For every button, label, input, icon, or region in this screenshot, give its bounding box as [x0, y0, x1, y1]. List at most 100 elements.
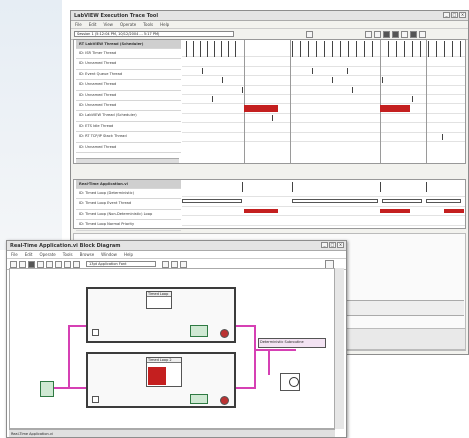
- maximize-icon[interactable]: □: [451, 12, 458, 18]
- maximize-icon[interactable]: □: [329, 242, 336, 248]
- vi-run-segment[interactable]: [182, 199, 242, 204]
- thread-row-label[interactable]: ID: RT TCP/IP Stack Thread: [76, 132, 181, 143]
- thread-lane: [182, 114, 465, 124]
- vis-timeline[interactable]: [182, 180, 465, 228]
- trace-window-titlebar[interactable]: LabVIEW Execution Trace Tool _ □ ×: [71, 11, 468, 21]
- trace-event-tick: [388, 41, 389, 57]
- vi-row-label[interactable]: ID: Timed Loop (Deterministic): [76, 189, 181, 200]
- timed-loop-frame-top[interactable]: Timed Loop: [86, 287, 236, 343]
- input-constant-node[interactable]: [40, 381, 54, 397]
- trace-event-tick: [356, 41, 357, 57]
- diagram-titlebar[interactable]: Real-Time Application.vi Block Diagram _…: [7, 241, 346, 251]
- thread-row-label[interactable]: ID: Unnamed Thread: [76, 143, 181, 153]
- vi-run-segment[interactable]: [292, 199, 378, 204]
- vi-execution-bar[interactable]: [380, 208, 410, 213]
- thread-lane: [182, 95, 465, 105]
- run-continuous-icon[interactable]: [19, 260, 26, 268]
- session-select[interactable]: Session 1 (5:12:04 PM, 10/12/2004 ... 5:…: [74, 31, 234, 37]
- menu-view[interactable]: View: [103, 22, 113, 27]
- menu-edit[interactable]: Edit: [25, 252, 33, 257]
- flag-icon[interactable]: [374, 30, 381, 38]
- thread-row-label[interactable]: ID: Event Queue Thread: [76, 70, 181, 81]
- thread-row-label[interactable]: ID: ETS Idle Thread: [76, 122, 181, 133]
- thread-row-label[interactable]: ID: Unnamed Thread: [76, 101, 181, 112]
- align-icon[interactable]: [162, 260, 169, 268]
- wire: [68, 325, 70, 389]
- trace-event-tick: [372, 41, 373, 57]
- thread-row-label[interactable]: ID: ISR Timer Thread: [76, 49, 181, 60]
- minimize-icon[interactable]: _: [443, 12, 450, 18]
- help-icon[interactable]: [419, 30, 426, 38]
- step-over-icon[interactable]: [64, 260, 71, 268]
- diagram-canvas[interactable]: Timed Loop Timed Loop 2 Deterministic Su…: [9, 268, 335, 429]
- menu-browse[interactable]: Browse: [80, 252, 95, 257]
- highlight-icon[interactable]: [383, 30, 390, 38]
- execution-bar[interactable]: [380, 105, 410, 113]
- threads-scrollbar[interactable]: [76, 158, 179, 163]
- menu-help[interactable]: Help: [160, 22, 169, 27]
- menu-file[interactable]: File: [75, 22, 82, 27]
- node-top-label: Timed Loop: [147, 292, 171, 297]
- step-into-icon[interactable]: [55, 260, 62, 268]
- trace-event-tick: [308, 41, 309, 57]
- thread-row-label[interactable]: ID: LabVIEW Thread (Scheduler): [76, 111, 181, 122]
- menu-operate[interactable]: Operate: [120, 22, 136, 27]
- highlight-execution-icon[interactable]: [46, 260, 53, 268]
- menu-operate[interactable]: Operate: [39, 252, 55, 257]
- close-icon[interactable]: ×: [337, 242, 344, 248]
- trace-event-tick: [312, 67, 313, 74]
- thread-row-label[interactable]: ID: Unnamed Thread: [76, 80, 181, 91]
- menu-help[interactable]: Help: [124, 252, 133, 257]
- pause-icon[interactable]: [37, 260, 44, 268]
- trace-event-tick: [444, 41, 445, 57]
- menu-tools[interactable]: Tools: [63, 252, 73, 257]
- loop-config-node[interactable]: Timed Loop 2: [146, 357, 182, 387]
- vi-run-segment[interactable]: [426, 199, 461, 204]
- zoom-icon[interactable]: [365, 30, 372, 38]
- options-icon[interactable]: [401, 30, 408, 38]
- run-arrow-icon[interactable]: [10, 260, 17, 268]
- thread-row-label[interactable]: ID: Unnamed Thread: [76, 59, 181, 70]
- vi-row-label[interactable]: ID: Timed Loop (Non-Deterministic) Loop: [76, 210, 181, 221]
- vi-run-segment[interactable]: [382, 199, 422, 204]
- vis-header: Real-Time Application.vi: [76, 180, 181, 189]
- reorder-icon[interactable]: [180, 260, 187, 268]
- abort-icon[interactable]: [28, 260, 35, 268]
- subvi-node-top[interactable]: [190, 325, 208, 337]
- vi-row-label[interactable]: ID: Timed Loop Normal Priority: [76, 220, 181, 231]
- vi-execution-bar[interactable]: [444, 208, 464, 213]
- vi-row-label[interactable]: ID: Timed Loop Event Thread: [76, 199, 181, 210]
- trace-event-tick: [228, 41, 229, 57]
- trace-event-tick: [348, 41, 349, 57]
- trace-event-tick: [214, 41, 215, 57]
- wire: [68, 325, 88, 327]
- close-icon[interactable]: ×: [459, 12, 466, 18]
- menu-edit[interactable]: Edit: [89, 22, 97, 27]
- distribute-icon[interactable]: [171, 260, 178, 268]
- export-icon[interactable]: [410, 30, 417, 38]
- menu-tools[interactable]: Tools: [143, 22, 153, 27]
- trace-event-tick: [221, 41, 222, 57]
- deterministic-subvi-node[interactable]: Deterministic Subroutine: [258, 338, 326, 348]
- trace-event-tick: [222, 77, 223, 84]
- vi-execution-bar[interactable]: [244, 208, 278, 213]
- filter-icon[interactable]: [392, 30, 399, 38]
- step-out-icon[interactable]: [73, 260, 80, 268]
- session-dropdown-icon[interactable]: [306, 30, 313, 38]
- diagram-vscroll[interactable]: [334, 268, 344, 429]
- timed-loop-frame-bottom[interactable]: Timed Loop 2: [86, 352, 236, 408]
- vi-lane: [182, 188, 465, 198]
- loop-config-node[interactable]: Timed Loop: [146, 291, 172, 309]
- font-select[interactable]: 13pt Application Font: [86, 261, 156, 267]
- vi-lane: [182, 207, 465, 217]
- trace-window-title: LabVIEW Execution Trace Tool: [74, 12, 159, 19]
- menu-file[interactable]: File: [11, 252, 18, 257]
- wire: [254, 325, 256, 389]
- menu-window[interactable]: Window: [101, 252, 117, 257]
- threads-timeline[interactable]: [182, 40, 465, 163]
- minimize-icon[interactable]: _: [321, 242, 328, 248]
- thread-row-label[interactable]: ID: Unnamed Thread: [76, 91, 181, 101]
- trace-event-tick: [352, 86, 353, 93]
- execution-bar[interactable]: [244, 105, 278, 113]
- subvi-node-bottom[interactable]: [190, 394, 208, 404]
